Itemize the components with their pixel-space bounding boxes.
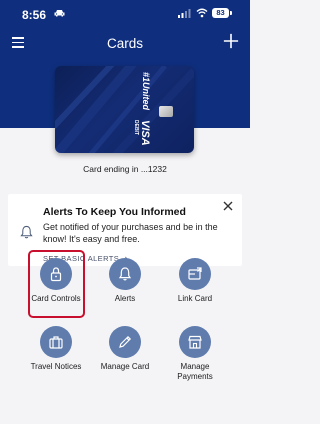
manage-payments-label: Manage Payments <box>177 362 213 381</box>
debit-card-image[interactable]: #1United DEBIT VISA <box>55 66 194 153</box>
cards-screen: 8:56 83 Cards #1United DEBIT VISA Card e… <box>0 0 250 424</box>
manage-payments-circle <box>179 326 211 358</box>
manage-card-circle <box>109 326 141 358</box>
link-card-circle <box>179 258 211 290</box>
visa-logo: VISA <box>139 120 151 146</box>
alerts-circle <box>109 258 141 290</box>
battery-tip <box>230 11 232 15</box>
bell-icon <box>20 225 33 239</box>
status-bar: 8:56 83 <box>0 0 250 28</box>
card-pattern <box>55 66 194 153</box>
add-card-button[interactable] <box>222 31 240 51</box>
battery-level: 83 <box>212 8 229 18</box>
nav-bar: Cards <box>0 28 250 58</box>
pencil-icon <box>119 335 132 348</box>
alerts-heading: Alerts To Keep You Informed <box>43 206 186 218</box>
manage-payments-button[interactable]: Manage Payments <box>150 320 240 390</box>
wifi-icon <box>196 8 208 18</box>
card-brand-logo: #1United <box>141 72 151 111</box>
close-icon[interactable] <box>222 200 234 212</box>
card-controls-highlight <box>28 250 85 318</box>
link-card-button[interactable]: Link Card <box>150 252 240 322</box>
car-icon <box>54 10 65 17</box>
bell-icon <box>118 267 132 281</box>
link-card-icon <box>188 267 202 280</box>
plus-icon <box>223 33 239 49</box>
card-ending-caption: Card ending in ...1232 <box>83 164 167 174</box>
travel-notices-circle <box>40 326 72 358</box>
alerts-body-text: Get notified of your purchases and be in… <box>43 222 218 244</box>
status-time: 8:56 <box>22 8 47 22</box>
page-title: Cards <box>106 36 143 51</box>
link-card-label: Link Card <box>177 294 213 303</box>
cellular-signal-icon <box>178 9 191 18</box>
card-chip <box>159 106 173 117</box>
suitcase-icon <box>49 336 63 349</box>
storefront-icon <box>188 335 202 349</box>
